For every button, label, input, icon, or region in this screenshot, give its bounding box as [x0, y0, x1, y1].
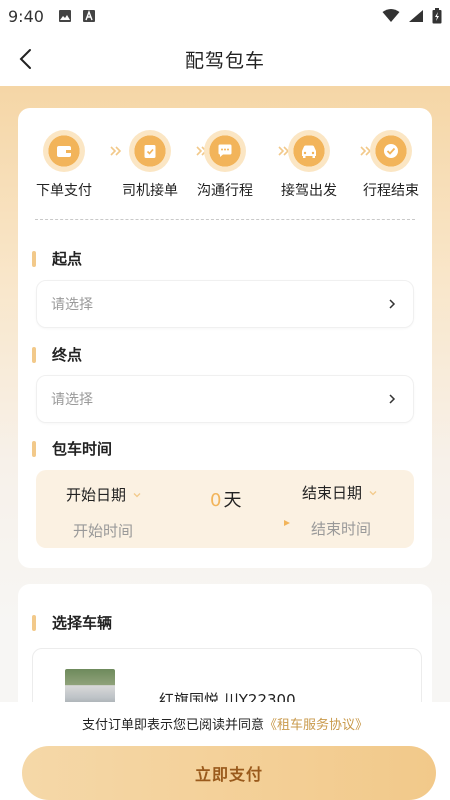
start-time-selector[interactable]: 开始时间 — [73, 520, 133, 541]
agreement-notice: 支付订单即表示您已阅读并同意《租车服务协议》 — [81, 718, 369, 733]
order-form-card: 下单支付 司机接单 沟通行程 接驾出发 行程结束 起点 请选择 终点 请选择 包… — [18, 108, 432, 568]
image-icon — [58, 10, 71, 22]
pay-now-button[interactable]: 立即支付 — [22, 746, 436, 800]
clipboard-check-icon — [144, 145, 156, 158]
text-a-icon — [82, 10, 95, 22]
step-order-pay: 下单支付 — [22, 130, 106, 200]
nav-bar: 配驾包车 — [0, 32, 450, 86]
chevron-right-icon — [389, 394, 396, 404]
step-communicate: 沟通行程 — [183, 130, 267, 200]
step-driver-accept: 司机接单 — [108, 130, 192, 200]
end-date-selector[interactable]: 结束日期 — [302, 482, 378, 503]
chevron-left-icon[interactable] — [14, 46, 40, 72]
step-label: 司机接单 — [122, 183, 178, 199]
bottom-bar: 支付订单即表示您已阅读并同意《租车服务协议》 立即支付 — [0, 702, 450, 800]
start-section-title: 起点 — [32, 248, 82, 269]
status-time: 9:40 — [8, 6, 44, 26]
rental-time-box: 开始日期 开始时间 0天 结束日期 结束时间 — [36, 470, 414, 548]
rental-time-section-title: 包车时间 — [32, 438, 112, 459]
start-placeholder: 请选择 — [51, 297, 93, 313]
page-title: 配驾包车 — [184, 49, 265, 72]
rental-days: 0天 — [210, 490, 242, 511]
chevron-down-icon — [133, 492, 141, 497]
divider — [35, 219, 415, 220]
check-circle-icon — [384, 144, 398, 158]
status-bar: 9:40 — [0, 0, 450, 32]
start-date-selector[interactable]: 开始日期 — [66, 484, 142, 505]
chevron-right-icon — [389, 299, 396, 309]
end-placeholder: 请选择 — [51, 392, 93, 408]
end-time-selector[interactable]: 结束时间 — [311, 518, 371, 539]
progress-steps: 下单支付 司机接单 沟通行程 接驾出发 行程结束 — [18, 130, 432, 200]
step-pickup-depart: 接驾出发 — [267, 130, 351, 200]
step-label: 下单支付 — [36, 183, 92, 199]
chat-icon — [218, 144, 232, 157]
start-location-picker[interactable]: 请选择 — [36, 280, 414, 328]
step-label: 接驾出发 — [281, 183, 337, 199]
end-section-title: 终点 — [32, 344, 82, 365]
arrow-right-icon — [198, 520, 290, 526]
agreement-link[interactable]: 《租车服务协议》 — [264, 718, 368, 733]
signal-icon — [409, 10, 423, 22]
wallet-icon — [57, 146, 71, 157]
step-trip-end: 行程结束 — [349, 130, 433, 200]
wifi-icon — [382, 9, 400, 22]
vehicle-section-title: 选择车辆 — [32, 612, 112, 633]
car-icon — [302, 145, 316, 158]
step-label: 行程结束 — [363, 183, 419, 199]
chevron-down-icon — [369, 490, 377, 495]
battery-icon — [432, 8, 442, 24]
step-label: 沟通行程 — [197, 183, 253, 199]
end-location-picker[interactable]: 请选择 — [36, 375, 414, 423]
